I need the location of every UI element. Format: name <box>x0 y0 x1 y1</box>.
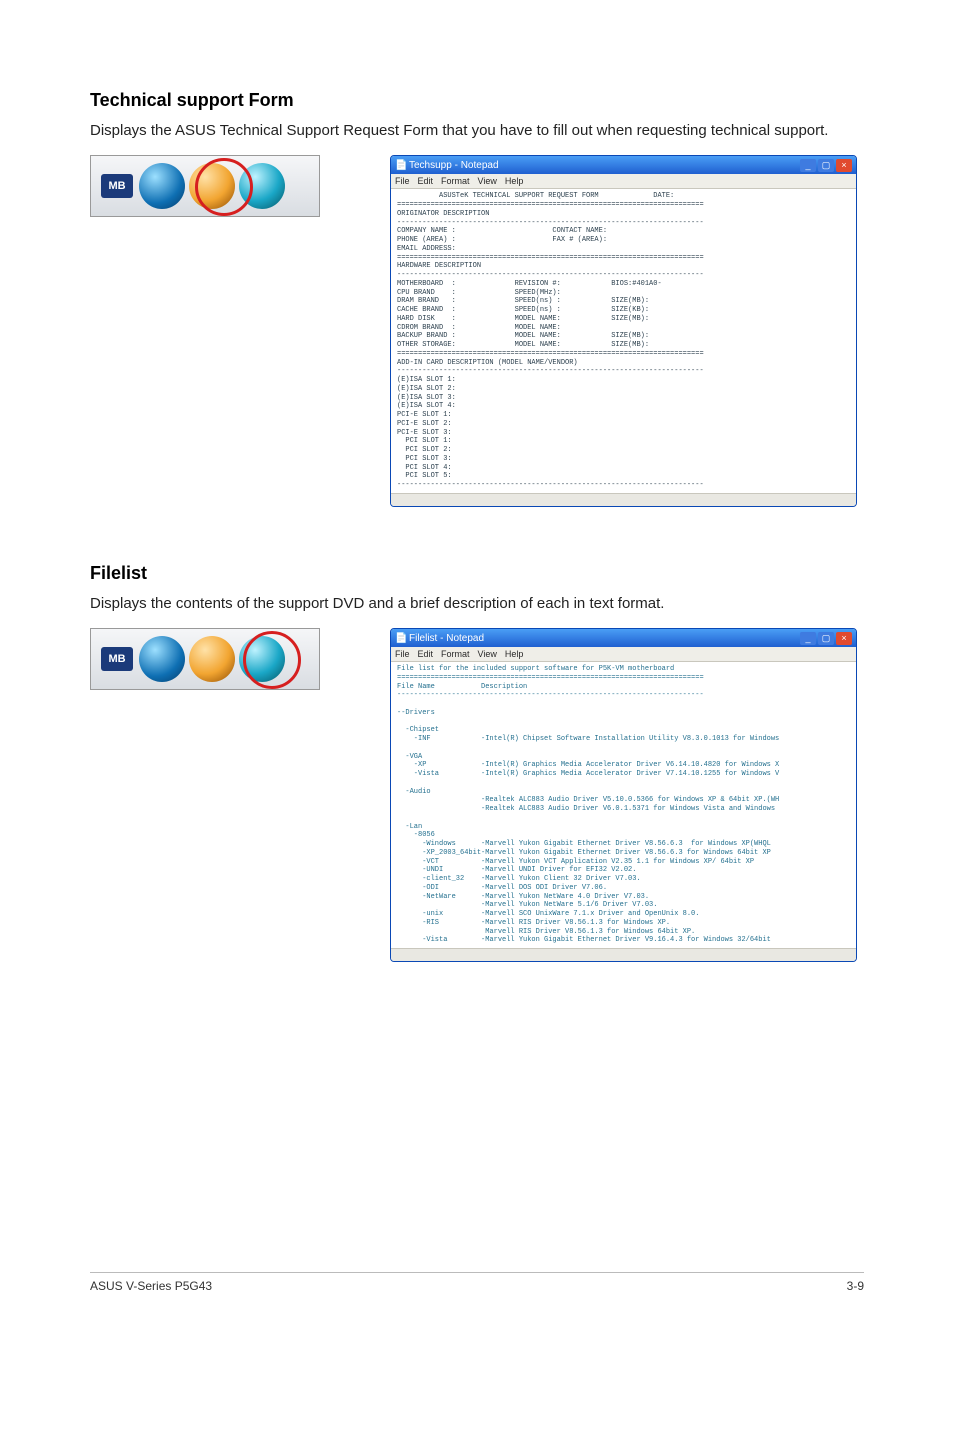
menu-format[interactable]: Format <box>441 176 470 186</box>
window-menubar: File Edit Format View Help <box>391 174 856 189</box>
disc-icon <box>139 636 185 682</box>
notepad-icon: 📄 <box>395 160 405 170</box>
folder-icon <box>239 163 285 209</box>
menu-file[interactable]: File <box>395 176 410 186</box>
notepad-textarea[interactable]: ASUSTeK TECHNICAL SUPPORT REQUEST FORM D… <box>391 189 856 493</box>
menu-view[interactable]: View <box>478 649 497 659</box>
figure-filelist: MB 📄 Filelist - Notepad _ ▢ × <box>90 628 864 962</box>
form-icon <box>189 636 235 682</box>
window-titlebar: 📄 Techsupp - Notepad _ ▢ × <box>391 156 856 174</box>
menu-view[interactable]: View <box>478 176 497 186</box>
para-tech-support: Displays the ASUS Technical Support Requ… <box>90 121 864 141</box>
menu-file[interactable]: File <box>395 649 410 659</box>
menu-format[interactable]: Format <box>441 649 470 659</box>
figure-tech-support: MB 📄 Techsupp - Notepad _ ▢ × File <box>90 155 864 507</box>
page-footer: ASUS V-Series P5G43 3-9 <box>90 1272 864 1293</box>
menu-edit[interactable]: Edit <box>418 176 434 186</box>
notepad-textarea[interactable]: File list for the included support softw… <box>391 662 856 948</box>
dvd-menu-thumbnail: MB <box>90 155 320 217</box>
disc-icon <box>139 163 185 209</box>
menu-help[interactable]: Help <box>505 176 524 186</box>
form-icon <box>189 163 235 209</box>
notepad-icon: 📄 <box>395 633 405 643</box>
mb-badge: MB <box>101 174 133 198</box>
scrollbar[interactable] <box>391 948 856 961</box>
para-filelist: Displays the contents of the support DVD… <box>90 594 864 614</box>
minimize-button[interactable]: _ <box>800 632 816 645</box>
minimize-button[interactable]: _ <box>800 159 816 172</box>
footer-right: 3-9 <box>847 1279 864 1293</box>
maximize-button[interactable]: ▢ <box>818 632 834 645</box>
menu-edit[interactable]: Edit <box>418 649 434 659</box>
heading-filelist: Filelist <box>90 563 864 584</box>
menu-help[interactable]: Help <box>505 649 524 659</box>
window-titlebar: 📄 Filelist - Notepad _ ▢ × <box>391 629 856 647</box>
footer-left: ASUS V-Series P5G43 <box>90 1279 212 1293</box>
close-button[interactable]: × <box>836 159 852 172</box>
dvd-menu-thumbnail: MB <box>90 628 320 690</box>
heading-tech-support: Technical support Form <box>90 90 864 111</box>
mb-badge: MB <box>101 647 133 671</box>
scrollbar[interactable] <box>391 493 856 506</box>
maximize-button[interactable]: ▢ <box>818 159 834 172</box>
window-title-text: Techsupp - Notepad <box>409 160 499 171</box>
notepad-window-techsupp: 📄 Techsupp - Notepad _ ▢ × File Edit For… <box>390 155 857 507</box>
close-button[interactable]: × <box>836 632 852 645</box>
folder-icon <box>239 636 285 682</box>
window-menubar: File Edit Format View Help <box>391 647 856 662</box>
window-title-text: Filelist - Notepad <box>409 633 484 644</box>
notepad-window-filelist: 📄 Filelist - Notepad _ ▢ × File Edit For… <box>390 628 857 962</box>
